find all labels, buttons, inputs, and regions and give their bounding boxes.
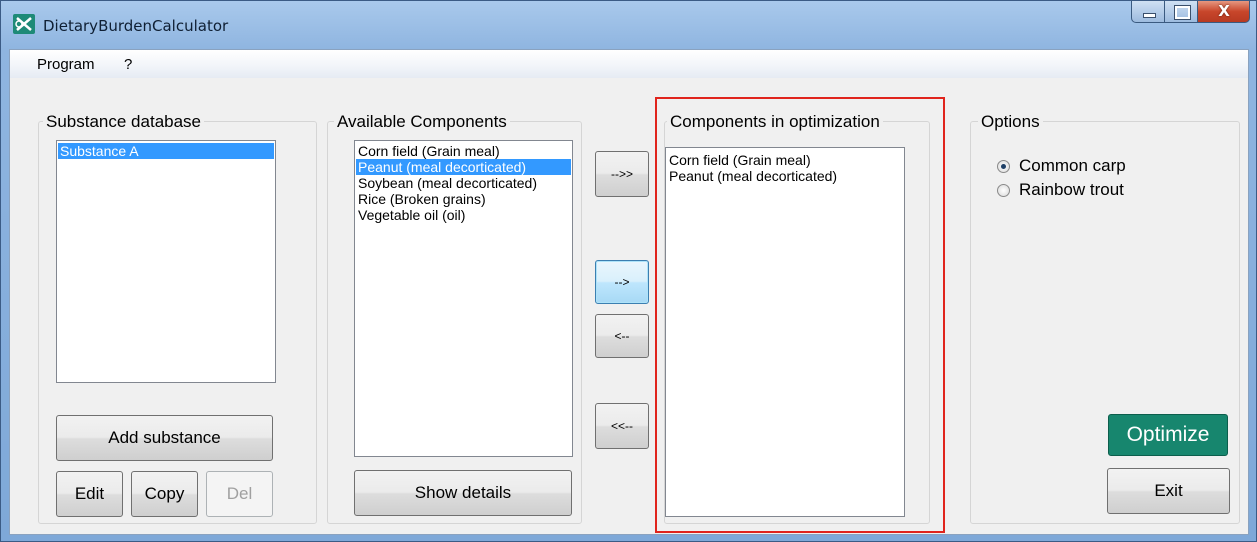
- substance-database-title: Substance database: [43, 112, 205, 132]
- maximize-button[interactable]: [1165, 1, 1198, 23]
- available-components-group: Available Components Corn field (Grain m…: [327, 112, 582, 524]
- list-item[interactable]: Corn field (Grain meal): [356, 143, 571, 159]
- client-area: Program ? Substance database Substance A…: [9, 49, 1249, 535]
- remove-all-button[interactable]: <<--: [595, 403, 649, 449]
- delete-button[interactable]: Del: [206, 471, 273, 517]
- radio-button-icon[interactable]: [997, 183, 1010, 197]
- radio-label: Common carp: [1019, 156, 1126, 175]
- list-item[interactable]: Substance A: [58, 143, 274, 159]
- add-substance-button[interactable]: Add substance: [56, 415, 273, 461]
- optimization-list[interactable]: Corn field (Grain meal) Peanut (meal dec…: [665, 147, 905, 517]
- title-bar[interactable]: DietaryBurdenCalculator X: [1, 1, 1256, 49]
- add-all-button[interactable]: -->>: [595, 151, 649, 197]
- list-item[interactable]: Peanut (meal decorticated): [667, 168, 903, 184]
- close-button[interactable]: X: [1198, 1, 1250, 23]
- app-window: DietaryBurdenCalculator X Program ? Subs…: [0, 0, 1257, 542]
- exit-button[interactable]: Exit: [1107, 468, 1230, 514]
- minimize-icon: [1143, 13, 1156, 18]
- menu-program[interactable]: Program: [37, 56, 95, 73]
- list-item[interactable]: Vegetable oil (oil): [356, 207, 571, 223]
- optimize-button[interactable]: Optimize: [1108, 414, 1228, 456]
- substance-list[interactable]: Substance A: [56, 140, 276, 383]
- options-title: Options: [978, 112, 1043, 132]
- window-title: DietaryBurdenCalculator: [43, 17, 229, 35]
- app-logo-icon: [13, 14, 35, 34]
- list-item[interactable]: Soybean (meal decorticated): [356, 175, 571, 191]
- copy-button[interactable]: Copy: [131, 471, 198, 517]
- minimize-button[interactable]: [1131, 1, 1165, 23]
- available-components-title: Available Components: [334, 112, 510, 132]
- maximize-icon: [1175, 6, 1190, 19]
- optimization-title: Components in optimization: [667, 112, 883, 132]
- radio-label: Rainbow trout: [1019, 180, 1124, 199]
- show-details-button[interactable]: Show details: [354, 470, 572, 516]
- menu-bar: Program ?: [10, 50, 1248, 78]
- substance-database-group: Substance database Substance A Add subst…: [38, 112, 317, 524]
- edit-button[interactable]: Edit: [56, 471, 123, 517]
- window-controls: X: [1131, 1, 1250, 23]
- radio-rainbow-trout[interactable]: Rainbow trout: [997, 180, 1124, 200]
- list-item[interactable]: Corn field (Grain meal): [667, 152, 903, 168]
- close-icon: X: [1218, 2, 1230, 20]
- radio-button-icon[interactable]: [997, 159, 1010, 173]
- available-components-list[interactable]: Corn field (Grain meal) Peanut (meal dec…: [354, 140, 573, 457]
- remove-button[interactable]: <--: [595, 314, 649, 358]
- add-button[interactable]: -->: [595, 260, 649, 304]
- radio-common-carp[interactable]: Common carp: [997, 156, 1126, 176]
- list-item[interactable]: Peanut (meal decorticated): [356, 159, 571, 175]
- optimization-group: Components in optimization Corn field (G…: [664, 112, 930, 524]
- list-item[interactable]: Rice (Broken grains): [356, 191, 571, 207]
- menu-help[interactable]: ?: [124, 56, 132, 73]
